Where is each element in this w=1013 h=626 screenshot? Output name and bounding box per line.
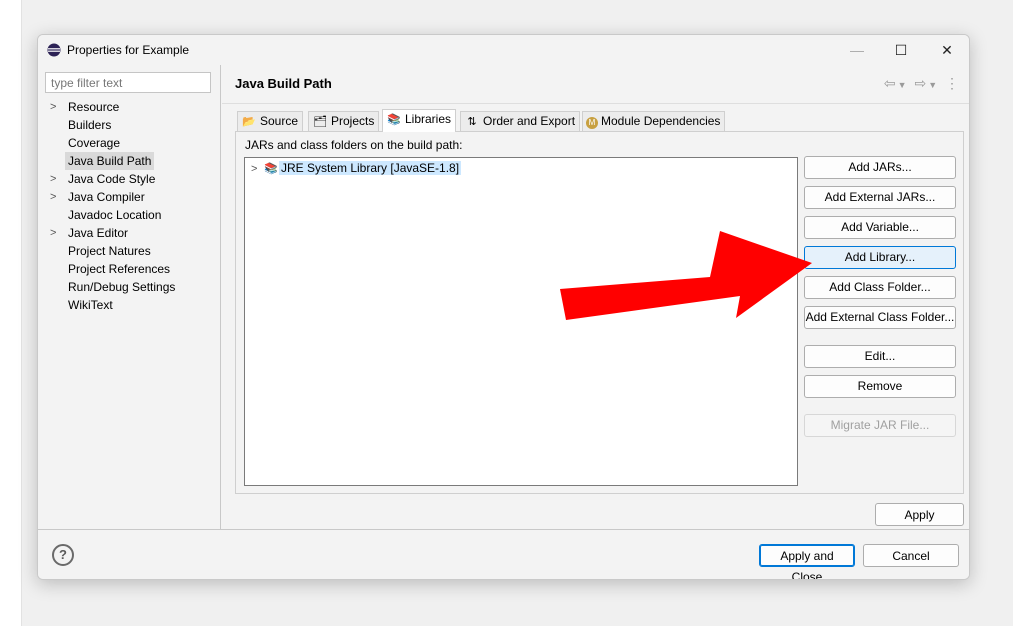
title-bar: Properties for Example — ☐ ✕	[38, 35, 969, 65]
projects-icon: 🗂	[313, 116, 327, 128]
view-menu-icon[interactable]: ⋮	[945, 75, 961, 92]
chevron-right-icon[interactable]: >	[50, 224, 56, 242]
tab-libraries[interactable]: 📚 Libraries	[382, 109, 457, 132]
nav-item-resource[interactable]: > Resource	[48, 98, 178, 116]
properties-nav-pane: >Resource Builders Coverage Java Build P…	[38, 65, 221, 529]
tab-projects[interactable]: 🗂 Projects	[308, 111, 380, 131]
nav-item-java-compiler[interactable]: > Java Compiler	[48, 188, 178, 206]
window-title: Properties for Example	[67, 43, 190, 57]
eclipse-icon	[47, 43, 61, 57]
nav-item-project-natures[interactable]: Project Natures	[48, 242, 178, 260]
nav-item-java-code-style[interactable]: > Java Code Style	[48, 170, 178, 188]
dialog-button-bar: ? Apply and Close Cancel	[38, 529, 969, 579]
add-external-class-folder-button[interactable]: Add External Class Folder...	[804, 306, 956, 329]
page-title: Java Build Path	[235, 76, 332, 91]
chevron-right-icon[interactable]: >	[251, 161, 263, 178]
chevron-right-icon[interactable]: >	[50, 188, 56, 206]
page-navigation: ⇦▼ ⇨▼ ⋮	[884, 75, 961, 92]
tab-module-dependencies[interactable]: M Module Dependencies	[582, 111, 726, 131]
cancel-button[interactable]: Cancel	[863, 544, 959, 567]
title-separator	[222, 103, 969, 104]
forward-dropdown-icon[interactable]: ▼	[928, 80, 939, 90]
nav-item-java-editor[interactable]: > Java Editor	[48, 224, 178, 242]
remove-button[interactable]: Remove	[804, 375, 956, 398]
libraries-panel: JARs and class folders on the build path…	[235, 131, 964, 494]
nav-item-run-debug-settings[interactable]: Run/Debug Settings	[48, 278, 178, 296]
properties-nav-list: > Resource Builders Coverage Java Build P…	[48, 98, 178, 314]
tab-source[interactable]: 📂 Source	[237, 111, 304, 131]
back-arrow-icon[interactable]: ⇦	[884, 75, 898, 92]
add-variable-button[interactable]: Add Variable...	[804, 216, 956, 239]
panel-label: JARs and class folders on the build path…	[245, 138, 463, 152]
apply-button[interactable]: Apply	[875, 503, 964, 526]
libraries-tree[interactable]: > 📚 JRE System Library [JavaSE-1.8]	[244, 157, 798, 486]
filter-input[interactable]	[45, 72, 211, 93]
property-page: Java Build Path ⇦▼ ⇨▼ ⋮ 📂 Source 🗂 Project…	[222, 65, 969, 529]
help-icon[interactable]: ?	[52, 544, 74, 566]
minimize-button[interactable]: —	[847, 41, 867, 59]
nav-item-javadoc-location[interactable]: Javadoc Location	[48, 206, 178, 224]
close-button[interactable]: ✕	[937, 41, 957, 59]
chevron-right-icon[interactable]: >	[50, 170, 56, 188]
migrate-jar-file-button[interactable]: Migrate JAR File...	[804, 414, 956, 437]
tree-item-jre-system-library[interactable]: > 📚 JRE System Library [JavaSE-1.8]	[251, 160, 462, 178]
nav-item-coverage[interactable]: Coverage	[48, 134, 178, 152]
apply-and-close-button[interactable]: Apply and Close	[759, 544, 855, 579]
add-library-button[interactable]: Add Library...	[804, 246, 956, 269]
add-class-folder-button[interactable]: Add Class Folder...	[804, 276, 956, 299]
order-export-icon: ⇅	[467, 116, 477, 128]
properties-dialog: Properties for Example — ☐ ✕ >Resource B…	[37, 34, 970, 580]
library-icon: 📚	[264, 163, 278, 175]
tab-order-and-export[interactable]: ⇅ Order and Export	[460, 111, 581, 131]
chevron-right-icon[interactable]: >	[50, 98, 56, 116]
libraries-icon: 📚	[387, 114, 401, 126]
nav-item-wikitext[interactable]: WikiText	[48, 296, 178, 314]
nav-item-builders[interactable]: Builders	[48, 116, 178, 134]
add-jars-button[interactable]: Add JARs...	[804, 156, 956, 179]
forward-arrow-icon[interactable]: ⇨	[914, 75, 928, 92]
edit-button[interactable]: Edit...	[804, 345, 956, 368]
maximize-button[interactable]: ☐	[891, 41, 911, 59]
nav-item-project-references[interactable]: Project References	[48, 260, 178, 278]
add-external-jars-button[interactable]: Add External JARs...	[804, 186, 956, 209]
source-folder-icon: 📂	[242, 116, 256, 128]
module-icon: M	[586, 117, 598, 129]
background-strip	[0, 0, 22, 626]
nav-item-java-build-path[interactable]: Java Build Path	[48, 152, 178, 170]
back-dropdown-icon[interactable]: ▼	[898, 80, 909, 90]
